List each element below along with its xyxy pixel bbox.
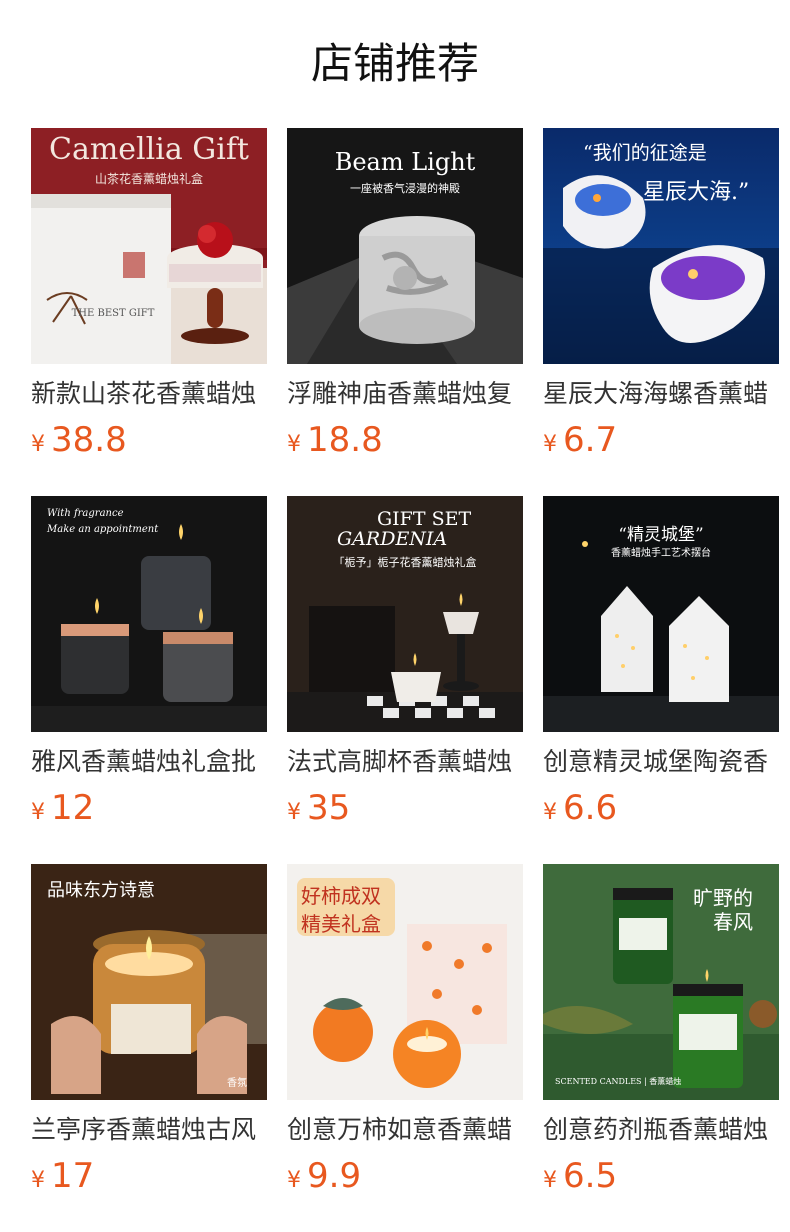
product-card[interactable]: “我们的征途是 星辰大海.” 星辰大海海螺香薰蜡 ¥6.7 — [543, 128, 779, 464]
product-row: With fragrance Make an appointment 雅风香薰蜡… — [31, 496, 779, 832]
currency-symbol: ¥ — [31, 800, 45, 825]
currency-symbol: ¥ — [31, 432, 45, 457]
product-price: ¥9.9 — [287, 1156, 523, 1196]
price-amount: 6.5 — [563, 1156, 618, 1196]
product-price: ¥12 — [31, 788, 267, 828]
currency-symbol: ¥ — [287, 1168, 301, 1193]
image-caption-desc: 「栀予」栀子花香薰蜡烛礼盒 — [333, 556, 477, 569]
product-card[interactable]: “精灵城堡” 香薰蜡烛手工艺术摆台 创意精灵城堡陶瓷香 ¥6.6 — [543, 496, 779, 832]
product-image[interactable]: 品味东方诗意 香氛 — [31, 864, 267, 1100]
price-amount: 35 — [307, 788, 351, 828]
image-caption-main: 好柿成双 — [301, 884, 381, 908]
product-price: ¥6.5 — [543, 1156, 779, 1196]
product-image[interactable]: Camellia Gift 山茶花香薰蜡烛礼盒 THE BEST GIFT — [31, 128, 267, 364]
currency-symbol: ¥ — [287, 432, 301, 457]
image-caption-main: “精灵城堡” — [618, 525, 704, 545]
image-caption-sub: 星辰大海.” — [643, 180, 750, 205]
price-amount: 17 — [51, 1156, 95, 1196]
price-amount: 12 — [51, 788, 95, 828]
image-caption-main: GIFT SET — [377, 508, 472, 530]
product-card[interactable]: GIFT SET GARDENIA 「栀予」栀子花香薰蜡烛礼盒 法式高脚杯香薰蜡… — [287, 496, 523, 832]
product-image[interactable]: GIFT SET GARDENIA 「栀予」栀子花香薰蜡烛礼盒 — [287, 496, 523, 732]
image-caption-main: With fragrance — [47, 508, 124, 519]
product-price: ¥38.8 — [31, 420, 267, 460]
image-caption-sub: 香氛 — [227, 1078, 247, 1089]
product-image[interactable]: With fragrance Make an appointment — [31, 496, 267, 732]
image-caption-sub: GARDENIA — [337, 528, 448, 550]
image-caption-main: Camellia Gift — [49, 132, 249, 167]
product-card[interactable]: Beam Light 一座被香气浸漫的神殿 浮雕神庙香薰蜡烛复 ¥18.8 — [287, 128, 523, 464]
image-caption-main: “我们的征途是 — [583, 142, 707, 164]
image-caption-sub: 一座被香气浸漫的神殿 — [350, 182, 460, 195]
product-price: ¥6.7 — [543, 420, 779, 460]
product-name[interactable]: 创意药剂瓶香薰蜡烛 — [543, 1114, 779, 1146]
currency-symbol: ¥ — [543, 800, 557, 825]
product-name[interactable]: 雅风香薰蜡烛礼盒批 — [31, 746, 267, 778]
currency-symbol: ¥ — [31, 1168, 45, 1193]
product-name[interactable]: 兰亭序香薰蜡烛古风 — [31, 1114, 267, 1146]
image-caption-sub: 香薰蜡烛手工艺术摆台 — [611, 548, 711, 559]
price-amount: 18.8 — [307, 420, 383, 460]
product-card[interactable]: 旷野的 春风 SCENTED CANDLES | 香薰蜡烛 创意药剂瓶香薰蜡烛 … — [543, 864, 779, 1200]
product-price: ¥17 — [31, 1156, 267, 1196]
price-amount: 6.6 — [563, 788, 618, 828]
product-price: ¥35 — [287, 788, 523, 828]
product-card[interactable]: Camellia Gift 山茶花香薰蜡烛礼盒 THE BEST GIFT 新款… — [31, 128, 267, 464]
product-image[interactable]: 旷野的 春风 SCENTED CANDLES | 香薰蜡烛 — [543, 864, 779, 1100]
product-name[interactable]: 创意精灵城堡陶瓷香 — [543, 746, 779, 778]
product-image[interactable]: 好柿成双 精美礼盒 — [287, 864, 523, 1100]
currency-symbol: ¥ — [287, 800, 301, 825]
image-caption-sub: Make an appointment — [47, 524, 159, 535]
product-grid: Camellia Gift 山茶花香薰蜡烛礼盒 THE BEST GIFT 新款… — [31, 128, 779, 1232]
product-name[interactable]: 浮雕神庙香薰蜡烛复 — [287, 378, 523, 410]
currency-symbol: ¥ — [543, 432, 557, 457]
product-image[interactable]: Beam Light 一座被香气浸漫的神殿 — [287, 128, 523, 364]
image-caption-sub: 春风 — [713, 910, 753, 934]
section-title: 店铺推荐 — [310, 39, 479, 88]
product-price: ¥18.8 — [287, 420, 523, 460]
currency-symbol: ¥ — [543, 1168, 557, 1193]
image-caption-brand: THE BEST GIFT — [71, 308, 155, 319]
image-caption-desc: SCENTED CANDLES | 香薰蜡烛 — [555, 1077, 682, 1086]
price-amount: 9.9 — [307, 1156, 362, 1196]
price-amount: 38.8 — [51, 420, 127, 460]
product-row: 品味东方诗意 香氛 兰亭序香薰蜡烛古风 ¥17 好柿成双 精美礼盒 创意万柿如意… — [31, 864, 779, 1200]
image-caption-main: 品味东方诗意 — [47, 880, 155, 901]
image-caption-sub: 精美礼盒 — [301, 912, 381, 936]
product-price: ¥6.6 — [543, 788, 779, 828]
product-card[interactable]: With fragrance Make an appointment 雅风香薰蜡… — [31, 496, 267, 832]
product-image[interactable]: “精灵城堡” 香薰蜡烛手工艺术摆台 — [543, 496, 779, 732]
product-name[interactable]: 新款山茶花香薰蜡烛 — [31, 378, 267, 410]
product-name[interactable]: 法式高脚杯香薰蜡烛 — [287, 746, 523, 778]
product-card[interactable]: 好柿成双 精美礼盒 创意万柿如意香薰蜡 ¥9.9 — [287, 864, 523, 1200]
product-name[interactable]: 创意万柿如意香薰蜡 — [287, 1114, 523, 1146]
price-amount: 6.7 — [563, 420, 618, 460]
image-caption-sub: 山茶花香薰蜡烛礼盒 — [94, 172, 203, 186]
image-caption-main: Beam Light — [334, 148, 476, 176]
product-name[interactable]: 星辰大海海螺香薰蜡 — [543, 378, 779, 410]
product-row: Camellia Gift 山茶花香薰蜡烛礼盒 THE BEST GIFT 新款… — [31, 128, 779, 464]
product-card[interactable]: 品味东方诗意 香氛 兰亭序香薰蜡烛古风 ¥17 — [31, 864, 267, 1200]
product-image[interactable]: “我们的征途是 星辰大海.” — [543, 128, 779, 364]
